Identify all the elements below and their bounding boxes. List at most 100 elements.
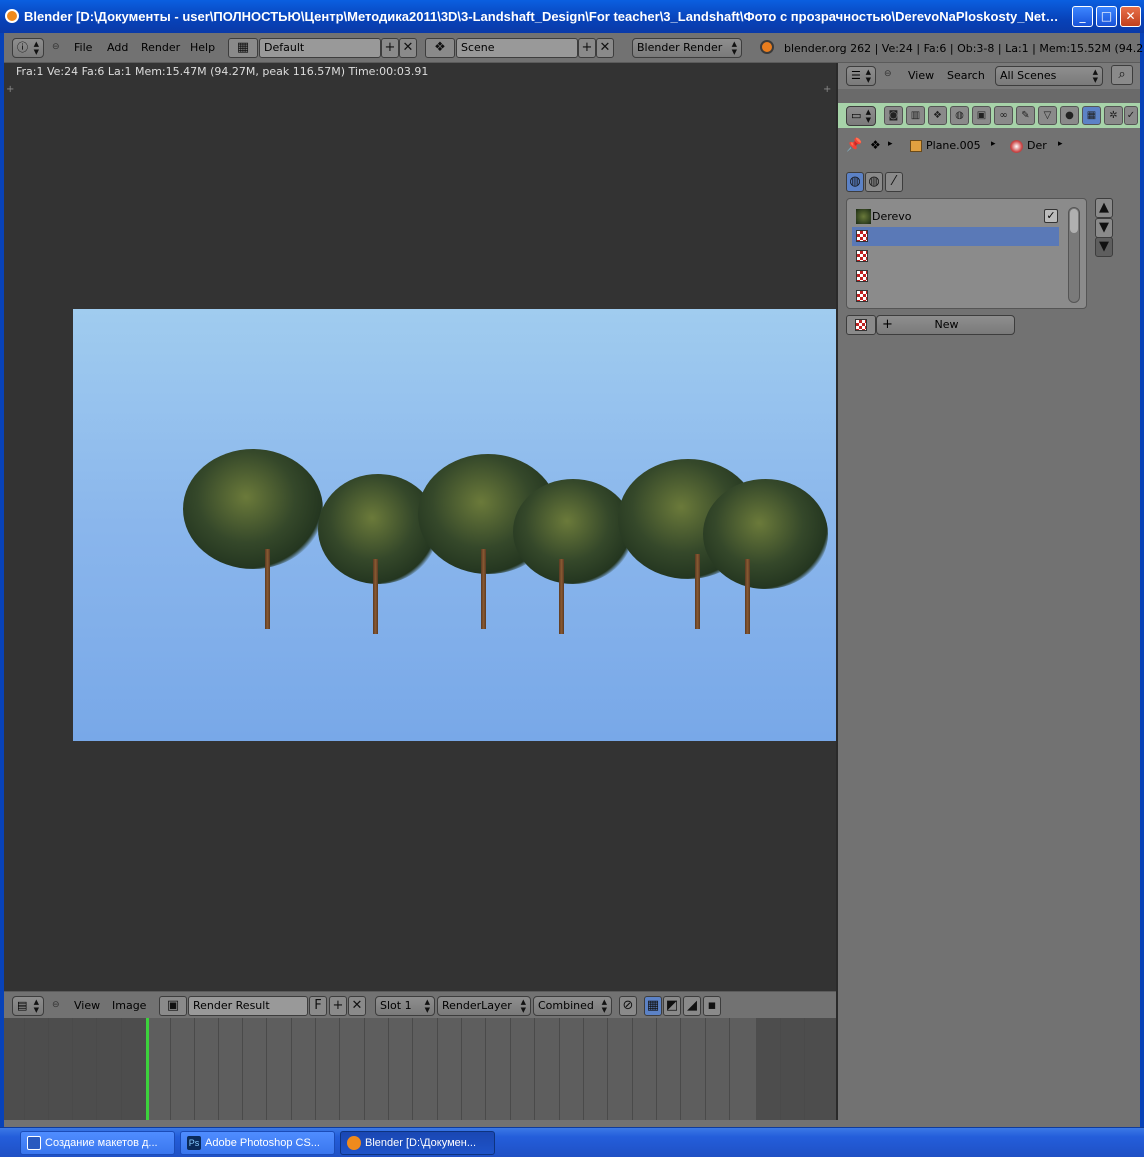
scene-icon[interactable]: ❖ bbox=[425, 38, 455, 58]
render-slot-label: Slot 1 bbox=[380, 999, 412, 1012]
list-item[interactable] bbox=[852, 267, 1059, 286]
menu-add[interactable]: Add bbox=[107, 38, 128, 58]
breadcrumb-material: Der bbox=[1027, 139, 1047, 152]
taskbar-item[interactable]: Создание макетов д... bbox=[20, 1131, 175, 1155]
menu-file[interactable]: File bbox=[74, 38, 92, 58]
menu-view[interactable]: View bbox=[908, 66, 934, 86]
update-image-icon[interactable]: ⊘ bbox=[619, 996, 637, 1016]
add-scene-icon[interactable]: + bbox=[578, 38, 596, 58]
render-layers-tab-icon[interactable]: ▥ bbox=[906, 106, 925, 125]
draw-zbuffer-icon[interactable]: ▪ bbox=[703, 996, 721, 1016]
add-layout-icon[interactable]: + bbox=[381, 38, 399, 58]
draw-alpha-icon[interactable]: ◢ bbox=[683, 996, 701, 1016]
object-tab-icon[interactable]: ▣ bbox=[972, 106, 991, 125]
render-tab-icon[interactable]: ◙ bbox=[884, 106, 903, 125]
chevron-right-icon: ▸ bbox=[888, 139, 893, 149]
properties-header: ▭ ▲ ▼ ◙ ▥ ❖ ◍ ▣ ∞ ✎ ▽ ● ▦ ✲ ✓ bbox=[838, 103, 1140, 128]
image-editor-icon: ▤ bbox=[17, 999, 28, 1012]
slot-enabled-checkbox[interactable]: ✓ bbox=[1044, 209, 1058, 223]
list-item[interactable]: Derevo ✓ bbox=[852, 207, 1059, 226]
draw-image-icon[interactable]: ▦ bbox=[644, 996, 662, 1016]
menu-search[interactable]: Search bbox=[947, 66, 985, 86]
render-pass-select[interactable]: Combined ▲ ▼ bbox=[533, 996, 612, 1016]
timeline-postroll bbox=[756, 1018, 836, 1120]
editor-type-properties-button[interactable]: ▭ ▲ ▼ bbox=[846, 106, 876, 126]
current-frame-marker[interactable] bbox=[146, 1018, 149, 1120]
list-item[interactable] bbox=[852, 247, 1059, 266]
outliner-content[interactable] bbox=[838, 89, 1140, 103]
collapse-menu-icon[interactable]: ⊖ bbox=[52, 1000, 60, 1010]
material-texture-context-icon[interactable]: ◍ bbox=[865, 172, 883, 192]
render-engine-select[interactable]: Blender Render ▲ ▼ bbox=[632, 38, 742, 58]
fake-user-button[interactable]: F bbox=[309, 996, 327, 1016]
render-engine-label: Blender Render bbox=[637, 41, 723, 54]
editor-type-info-button[interactable]: ⓘ ▲ ▼ bbox=[12, 38, 44, 58]
move-slot-down-icon[interactable]: ▼ bbox=[1095, 218, 1113, 238]
list-item[interactable] bbox=[852, 227, 1059, 246]
taskbar-item-label: Создание макетов д... bbox=[45, 1137, 158, 1149]
draw-image-alpha-icon[interactable]: ◩ bbox=[663, 996, 681, 1016]
brush-texture-context-icon[interactable]: ⁄ bbox=[885, 172, 903, 192]
remove-image-icon[interactable]: ✕ bbox=[348, 996, 366, 1016]
editor-type-image-button[interactable]: ▤ ▲ ▼ bbox=[12, 996, 44, 1016]
properties-icon: ▭ bbox=[851, 109, 862, 122]
taskbar: Создание макетов д... Ps Adobe Photoshop … bbox=[0, 1127, 1144, 1157]
mesh-object-icon bbox=[910, 140, 922, 152]
texture-slot-icon bbox=[856, 290, 868, 302]
menu-render[interactable]: Render bbox=[141, 38, 180, 58]
texture-thumbnail-icon bbox=[856, 209, 871, 224]
remove-layout-icon[interactable]: ✕ bbox=[399, 38, 417, 58]
collapse-menu-icon[interactable]: ⊖ bbox=[52, 42, 60, 52]
list-scrollbar[interactable] bbox=[1068, 207, 1080, 303]
screen-layout-icon[interactable]: ▦ bbox=[228, 38, 258, 58]
editor-type-outliner-button[interactable]: ☰ ▲ ▼ bbox=[846, 66, 876, 86]
render-layer-select[interactable]: RenderLayer ▲ ▼ bbox=[437, 996, 531, 1016]
screen-layout-field[interactable]: Default bbox=[259, 38, 381, 58]
physics-tab-icon[interactable]: ✓ bbox=[1124, 106, 1138, 125]
remove-scene-icon[interactable]: ✕ bbox=[596, 38, 614, 58]
render-pass-label: Combined bbox=[538, 999, 594, 1012]
image-name-field[interactable]: Render Result bbox=[188, 996, 308, 1016]
pin-icon[interactable]: 📌 bbox=[846, 138, 862, 153]
texture-slot-list[interactable]: Derevo ✓ bbox=[846, 198, 1087, 309]
render-slot-select[interactable]: Slot 1 ▲ ▼ bbox=[375, 996, 435, 1016]
corner-widget-icon[interactable]: + bbox=[823, 84, 831, 95]
breadcrumb: 📌 ❖ ▸ Plane.005 ▸ Der ▸ bbox=[846, 136, 1136, 156]
texture-slot-icon bbox=[856, 270, 868, 282]
move-slot-up-icon[interactable]: ▲ bbox=[1095, 198, 1113, 218]
texture-browse-icon[interactable] bbox=[846, 315, 876, 335]
world-texture-context-icon[interactable]: ◍ bbox=[846, 172, 864, 192]
particles-tab-icon[interactable]: ✲ bbox=[1104, 106, 1123, 125]
scene-field[interactable]: Scene bbox=[456, 38, 578, 58]
scene-tab-icon[interactable]: ❖ bbox=[928, 106, 947, 125]
menu-image[interactable]: Image bbox=[112, 996, 146, 1016]
material-tab-icon[interactable]: ● bbox=[1060, 106, 1079, 125]
timeline-area[interactable] bbox=[4, 1018, 836, 1120]
search-icon[interactable]: ⌕ bbox=[1111, 65, 1133, 85]
render-status: Fra:1 Ve:24 Fa:6 La:1 Mem:15.47M (94.27M… bbox=[16, 65, 429, 78]
add-image-icon[interactable]: + bbox=[329, 996, 347, 1016]
slot-specials-icon[interactable]: ▼ bbox=[1095, 237, 1113, 257]
taskbar-item[interactable]: Ps Adobe Photoshop CS... bbox=[180, 1131, 335, 1155]
world-tab-icon[interactable]: ◍ bbox=[950, 106, 969, 125]
taskbar-item[interactable]: Blender [D:\Докумен... bbox=[340, 1131, 495, 1155]
close-button[interactable]: ✕ bbox=[1120, 6, 1141, 27]
outliner-icon: ☰ bbox=[851, 69, 861, 82]
outliner-header: ☰ ▲ ▼ ⊖ View Search All Scenes ▲ ▼ ⌕ bbox=[838, 63, 1140, 89]
image-browse-icon[interactable]: ▣ bbox=[159, 996, 187, 1016]
new-texture-button[interactable]: + New bbox=[876, 315, 1015, 335]
modifiers-tab-icon[interactable]: ✎ bbox=[1016, 106, 1035, 125]
list-item[interactable] bbox=[852, 287, 1059, 306]
constraints-tab-icon[interactable]: ∞ bbox=[994, 106, 1013, 125]
outliner-display-select[interactable]: All Scenes ▲ ▼ bbox=[995, 66, 1103, 86]
texture-tab-icon[interactable]: ▦ bbox=[1082, 106, 1101, 125]
maximize-button[interactable]: □ bbox=[1096, 6, 1117, 27]
scene-icon: ❖ bbox=[870, 138, 881, 152]
menu-help[interactable]: Help bbox=[190, 38, 215, 58]
data-tab-icon[interactable]: ▽ bbox=[1038, 106, 1057, 125]
collapse-menu-icon[interactable]: ⊖ bbox=[884, 69, 892, 79]
minimize-button[interactable]: _ bbox=[1072, 6, 1093, 27]
menu-view[interactable]: View bbox=[74, 996, 100, 1016]
breadcrumb-object: Plane.005 bbox=[926, 139, 981, 152]
corner-widget-icon[interactable]: + bbox=[6, 84, 14, 95]
